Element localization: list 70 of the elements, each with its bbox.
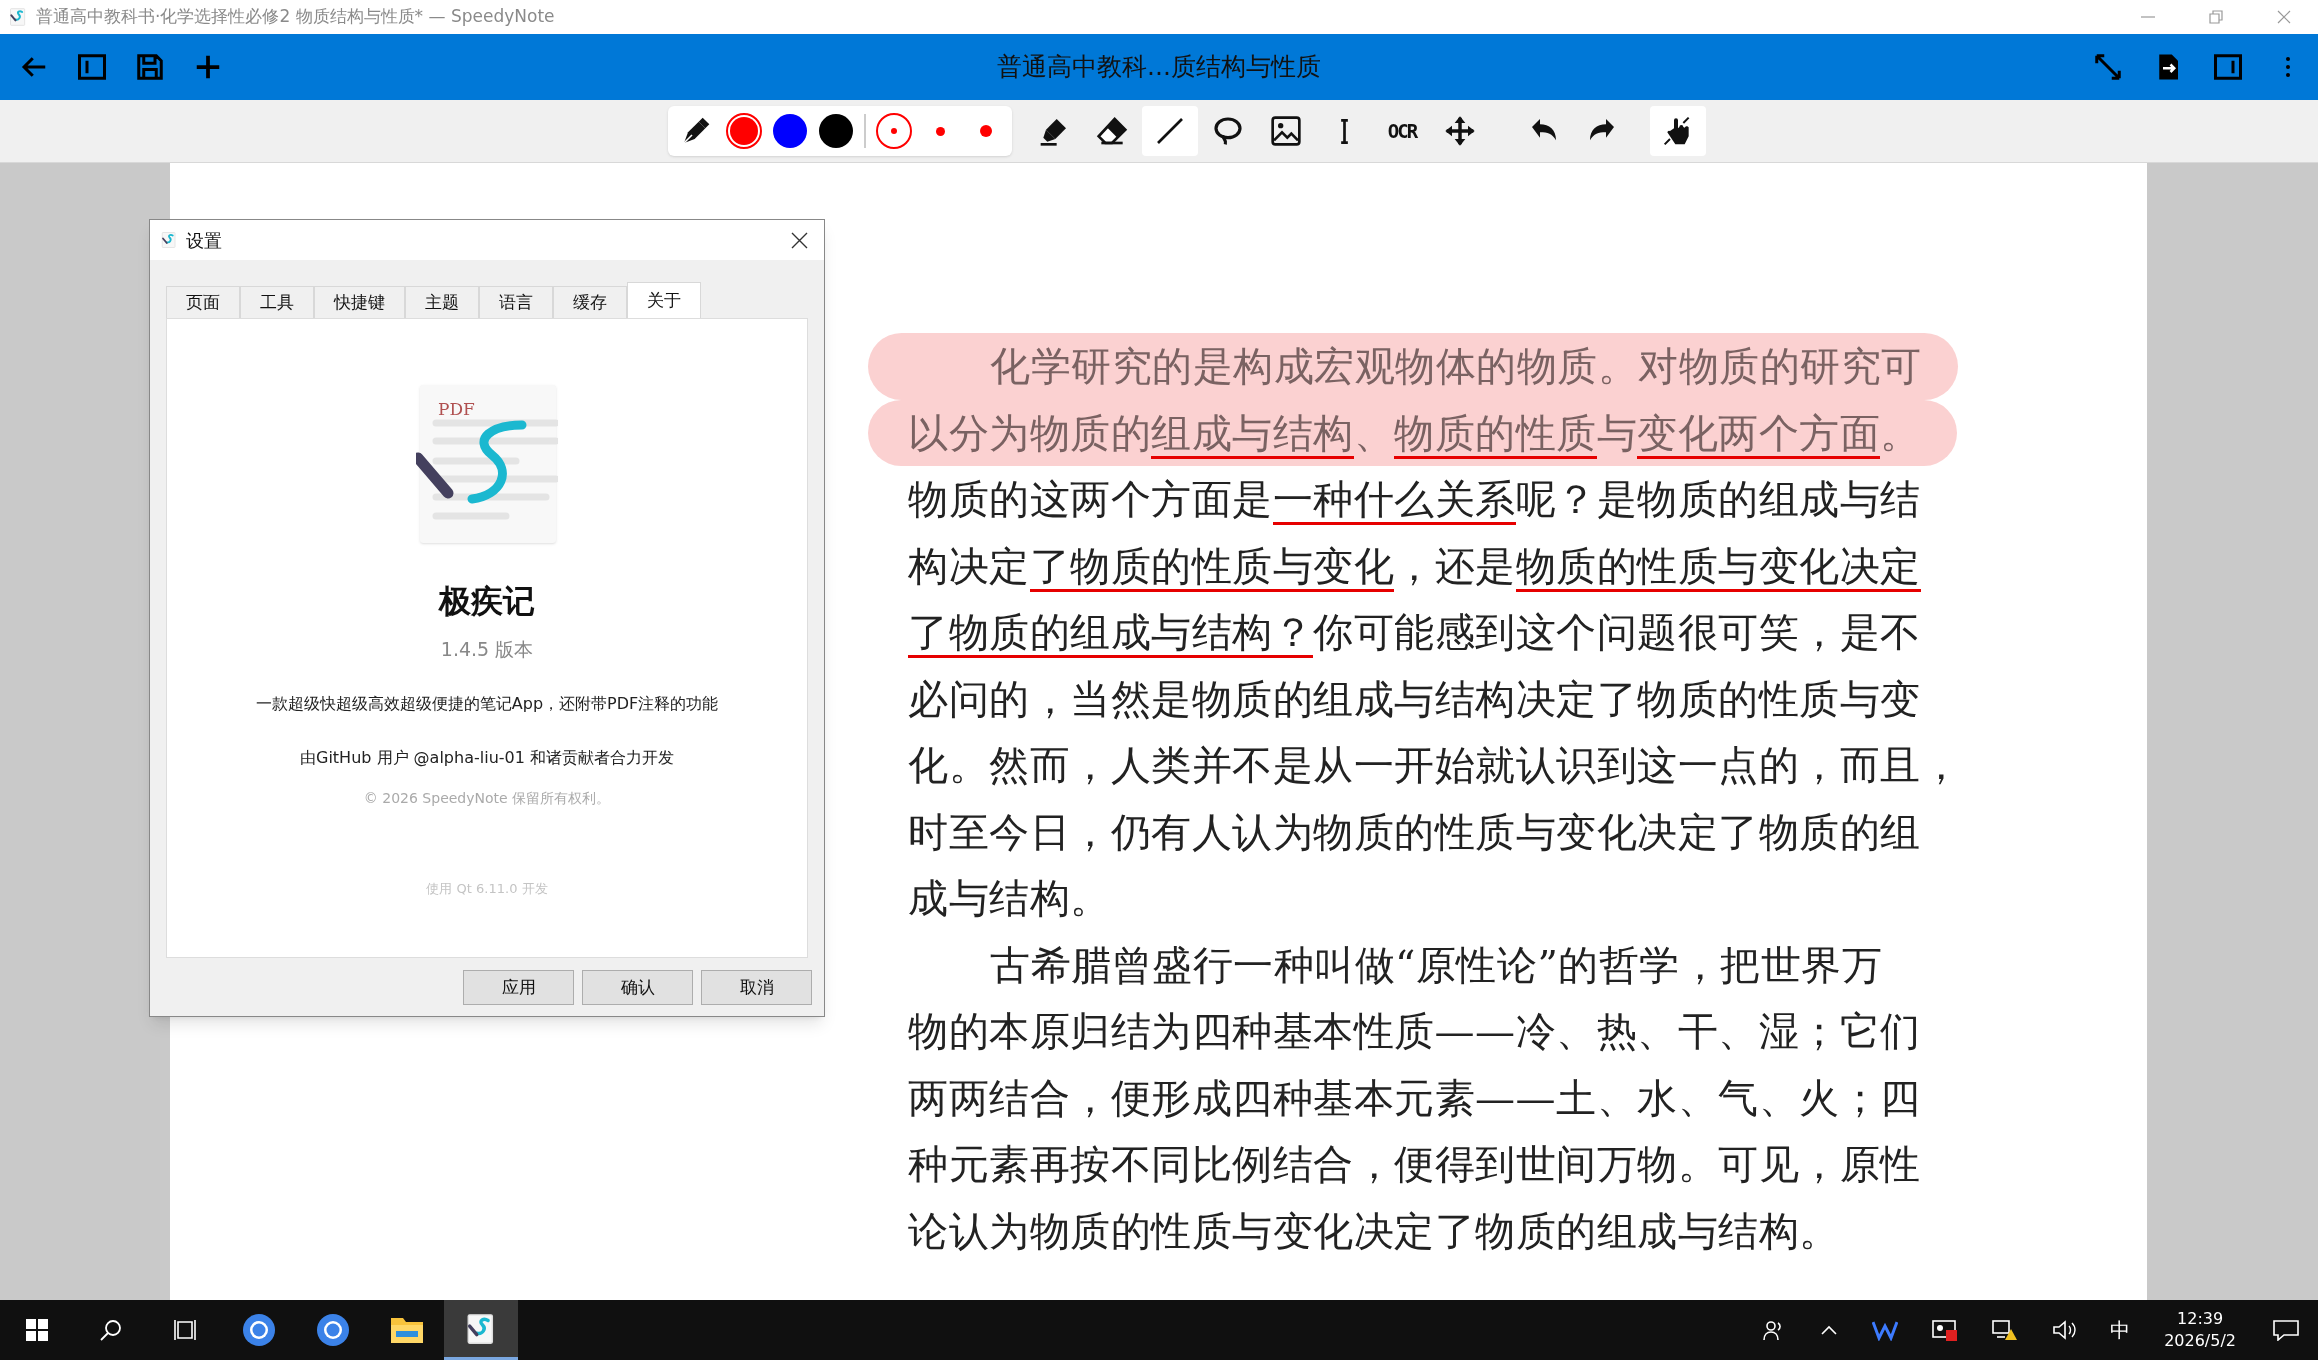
text-line: 物质的这两个方面是一种什么关系呢？是物质的组成与结 <box>908 466 1921 533</box>
credit-text: 由GitHub 用户 @alpha-liu-01 和诸贡献者合力开发 <box>300 746 674 769</box>
clock-time: 12:39 <box>2177 1308 2224 1330</box>
color-swatch[interactable] <box>726 113 762 149</box>
description-text: 一款超级快超级高效超级便捷的笔记App，还附带PDF注释的功能 <box>255 692 719 715</box>
close-icon <box>2277 10 2291 24</box>
dialog-button[interactable]: 应用 <box>463 970 574 1005</box>
stroke-size-button[interactable] <box>876 113 912 149</box>
text-line: 古希腊曾盛行一种叫做“原性论”的哲学，把世界万 <box>989 940 1883 990</box>
text-line: 成与结构。 <box>908 874 1111 923</box>
text-line: 化。然而，人类并不是从一开始就认识到这一点的，而且， <box>908 741 1961 790</box>
network-warning-icon <box>1992 1319 2019 1341</box>
clock-date: 2026/5/2 <box>2164 1330 2236 1352</box>
app-logo: PDF <box>416 385 558 545</box>
search-icon <box>99 1318 123 1342</box>
text-line: 两两结合，便形成四种基本元素——土、水、气、火；四 <box>908 1073 1921 1123</box>
settings-tab[interactable]: 页面 <box>166 286 240 318</box>
touch-tool-button[interactable] <box>1650 106 1706 156</box>
image-icon <box>1270 115 1302 147</box>
color-swatch[interactable] <box>772 113 808 149</box>
dialog-button[interactable]: 取消 <box>701 970 812 1005</box>
color-swatch[interactable] <box>818 113 854 149</box>
folder-icon <box>390 1315 424 1345</box>
w-logo-icon <box>1872 1319 1899 1341</box>
diagonal-arrows-icon <box>2093 52 2123 82</box>
settings-tab[interactable]: 语言 <box>479 286 553 318</box>
dialog-button[interactable]: 确认 <box>582 970 693 1005</box>
task-view-icon <box>173 1318 197 1342</box>
eraser-icon <box>1096 115 1128 147</box>
close-icon <box>790 231 808 249</box>
side-panel-icon <box>2213 52 2243 82</box>
input-method-button[interactable]: 中 <box>2104 1300 2137 1360</box>
settings-tab[interactable]: 缓存 <box>553 286 627 318</box>
settings-tab[interactable]: 关于 <box>627 282 701 318</box>
app-logo-icon <box>8 7 28 27</box>
speaker-icon <box>2052 1319 2079 1341</box>
windows-logo-icon <box>26 1319 48 1341</box>
text-line: 物的本原归结为四种基本性质——冷、热、干、湿；它们 <box>908 1007 1921 1056</box>
restore-icon <box>2209 10 2223 24</box>
text-line: 论认为物质的性质与变化决定了物质的组成与结构。 <box>908 1206 1840 1256</box>
save-icon <box>135 52 165 82</box>
version-text: 1.4.5 版本 <box>440 637 534 662</box>
window-title: 普通高中教科书·化学选择性必修2 物质结构与性质* — SpeedyNote <box>36 5 555 29</box>
app-logo-icon <box>160 231 178 249</box>
settings-tab[interactable]: 工具 <box>240 286 314 318</box>
settings-tab[interactable]: 快捷键 <box>314 286 405 318</box>
text-line: 了物质的组成与结构？你可能感到这个问题很可笑，是不 <box>908 599 1921 666</box>
document-title: 普通高中教科...质结构与性质 <box>997 51 1321 84</box>
copyright-text: © 2026 SpeedyNote 保留所有权利。 <box>363 788 611 808</box>
taskbar-app[interactable] <box>444 1300 518 1360</box>
settings-tab[interactable]: 主题 <box>405 286 479 318</box>
text-cursor-icon <box>1339 116 1349 146</box>
clock-button[interactable]: 12:39 2026/5/2 <box>2154 1300 2246 1360</box>
line-tool-button[interactable] <box>1142 106 1198 156</box>
browser-icon <box>241 1312 277 1348</box>
minimize-icon <box>2141 16 2155 18</box>
four-way-arrow-icon <box>1444 115 1476 147</box>
text-line: 构决定了物质的性质与变化，还是物质的性质与变化决定 <box>908 532 1921 599</box>
ocr-tool-button[interactable]: OCR <box>1374 106 1430 156</box>
kebab-menu-icon <box>2285 54 2291 80</box>
notification-icon <box>2272 1319 2300 1341</box>
lasso-icon <box>1212 115 1244 147</box>
text-line: 种元素再按不同比例结合，便得到世间万物。可见，原性 <box>908 1140 1921 1189</box>
dialog-title: 设置 <box>186 228 222 253</box>
browser-icon <box>315 1312 351 1348</box>
text-line: 时至今日，仍有人认为物质的性质与变化决定了物质的组 <box>908 807 1921 857</box>
framework-text: 使用 Qt 6.11.0 开发 <box>426 879 548 898</box>
app-name: 极疾记 <box>439 581 535 622</box>
text-line: 必问的，当然是物质的组成与结构决定了物质的性质与变 <box>908 674 1921 724</box>
sidebar-icon <box>77 52 107 82</box>
